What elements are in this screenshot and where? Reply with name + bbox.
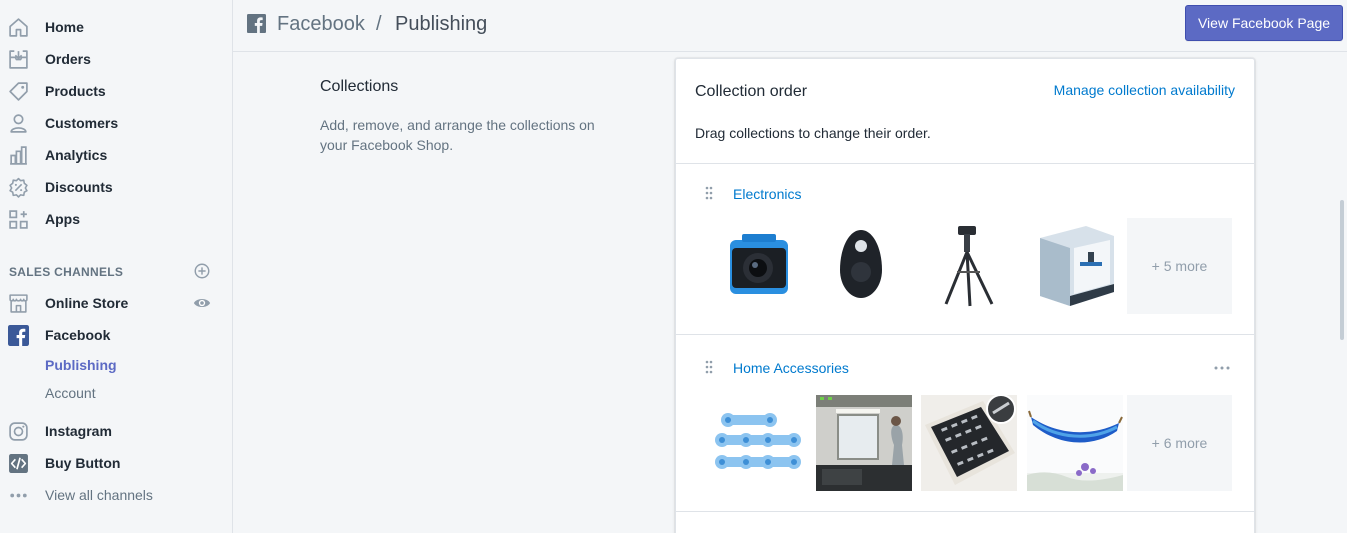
3d-printer-product-image [1040,226,1114,306]
instagram-icon [9,422,28,441]
sidebar-item-facebook[interactable]: Facebook [0,319,232,351]
view-facebook-page-button[interactable]: View Facebook Page [1185,5,1343,41]
sidebar-item-apps[interactable]: Apps [0,203,232,235]
sidebar-subitem-publishing[interactable]: Publishing [45,357,117,373]
divider [676,163,1254,164]
divider [676,511,1254,512]
view-store-eye-icon[interactable] [193,294,211,312]
tool-set-product-image [921,395,1017,491]
breadcrumb-facebook[interactable]: Facebook [277,13,365,36]
sidebar-item-products[interactable]: Products [0,75,232,107]
sidebar-item-label: Online Store [45,295,129,311]
sidebar-item-analytics[interactable]: Analytics [0,139,232,171]
sidebar-item-instagram[interactable]: Instagram [0,415,232,447]
scrollbar[interactable] [1340,200,1344,340]
facebook-logo-icon [247,14,266,33]
collection-name-link[interactable]: Home Accessories [733,360,849,376]
apps-icon [9,210,28,229]
section-description: Add, remove, and arrange the collections… [320,117,595,153]
sidebar-item-label: View all channels [45,487,153,503]
facebook-icon [8,325,29,346]
sidebar-item-label: Analytics [45,147,108,163]
collection-more-count[interactable]: + 5 more [1127,218,1232,314]
bathroom-mirror-product-image [816,395,912,491]
dashcam-product-image [730,234,788,294]
drag-handle-icon[interactable] [704,360,714,374]
collection-name-link[interactable]: Electronics [733,186,801,202]
sidebar-item-label: Buy Button [45,455,121,471]
sidebar-item-label: Orders [45,51,91,67]
sales-channels-heading: SALES CHANNELS [9,265,124,279]
sidebar-item-discounts[interactable]: Discounts [0,171,232,203]
sidebar-item-view-all-channels[interactable]: View all channels [0,479,232,511]
manage-collection-availability-link[interactable]: Manage collection availability [1054,82,1235,98]
card-title: Collection order [695,83,808,100]
orders-icon [9,50,28,69]
more-actions-icon[interactable] [1214,365,1230,371]
sidebar-item-label: Apps [45,211,80,227]
sidebar: Home Orders Products Customers Analytics… [0,0,233,533]
sidebar-item-home[interactable]: Home [0,11,232,43]
divider [676,334,1254,335]
card-subtitle: Drag collections to change their order. [695,125,931,141]
discount-icon [9,177,28,198]
page-title: Publishing [395,13,488,35]
sidebar-item-label: Customers [45,115,119,131]
collection-order-card: Collection order Manage collection avail… [675,58,1255,533]
sidebar-item-customers[interactable]: Customers [0,107,232,139]
sidebar-item-label: Facebook [45,327,111,343]
sidebar-item-orders[interactable]: Orders [0,43,232,75]
sidebar-item-label: Products [45,83,106,99]
sidebar-item-label: Home [45,19,84,35]
person-icon [10,114,27,133]
home-icon [9,18,28,37]
sidebar-item-label: Discounts [45,179,113,195]
bluetooth-tracker-product-image [840,230,882,298]
top-bar: Facebook / Publishing View Facebook Page [233,0,1347,52]
cable-clips-product-image [710,395,806,491]
bar-chart-icon [10,146,27,165]
code-icon [9,454,28,473]
store-icon [9,294,28,313]
tag-icon [9,82,28,101]
sidebar-item-buy-button[interactable]: Buy Button [0,447,232,479]
collection-more-count[interactable]: + 6 more [1127,395,1232,491]
sidebar-subitem-account[interactable]: Account [45,385,96,401]
breadcrumb-separator: / [376,13,382,35]
drag-handle-icon[interactable] [704,186,714,200]
section-title: Collections [320,78,399,95]
ellipsis-icon [10,493,27,498]
sidebar-item-label: Instagram [45,423,112,439]
hammock-product-image [1027,395,1123,491]
tripod-product-image [944,226,994,307]
add-channel-icon[interactable] [193,262,211,280]
